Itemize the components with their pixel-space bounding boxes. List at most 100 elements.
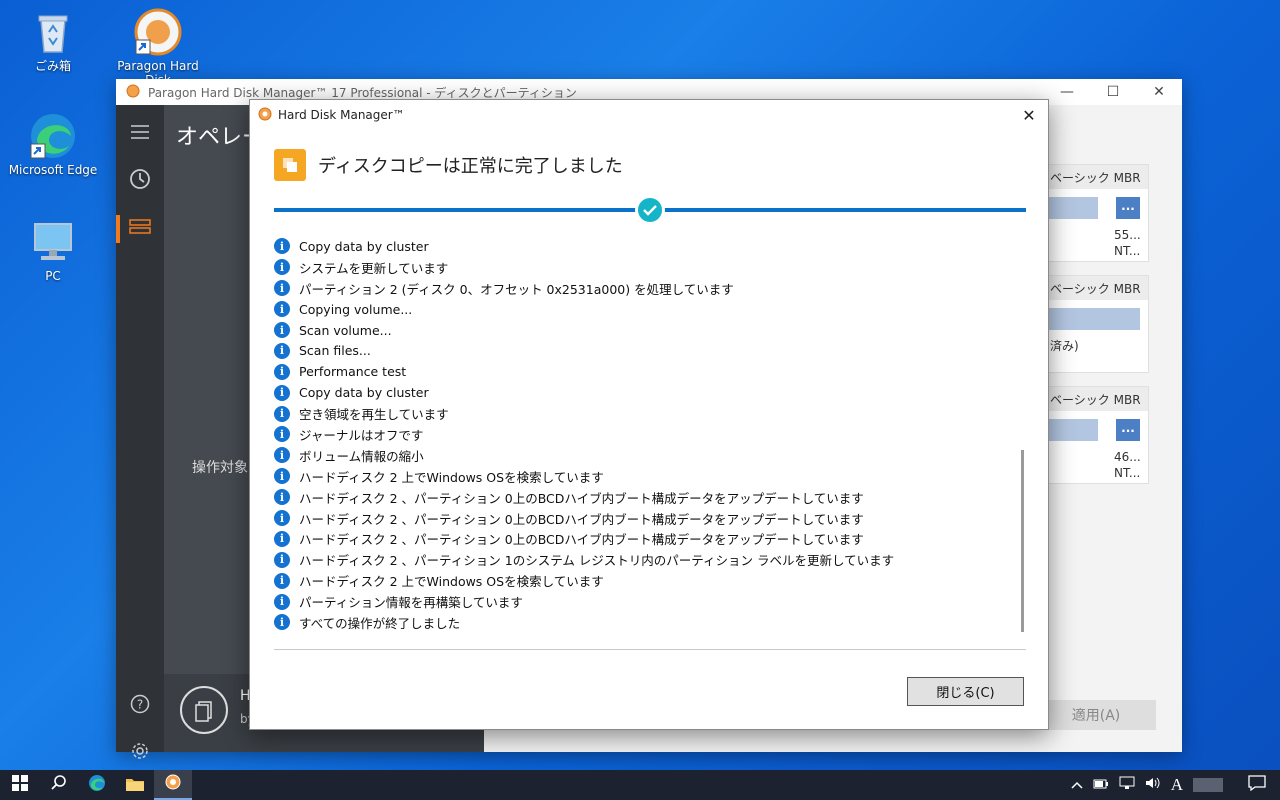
dialog-title: Hard Disk Manager™ — [278, 108, 405, 122]
log-item-text: ハードディスク 2 、パーティション 0上のBCDハイブ内ブート構成データをアッ… — [299, 490, 864, 506]
log-item-text: ハードディスク 2 、パーティション 0上のBCDハイブ内ブート構成データをアッ… — [299, 532, 864, 548]
info-icon: i — [274, 405, 290, 422]
paragon-app-icon — [258, 107, 272, 124]
close-window-icon[interactable]: ✕ — [1136, 79, 1182, 105]
desktop-icon-recycle-bin[interactable]: ごみ箱 — [3, 8, 103, 74]
info-icon: i — [274, 468, 290, 485]
info-icon: i — [274, 322, 290, 338]
edge-icon — [29, 112, 77, 160]
dialog-titlebar[interactable]: Hard Disk Manager™ — [250, 100, 1048, 130]
recycle-bin-icon — [29, 8, 77, 56]
log-item: i Copying volume... — [274, 299, 1022, 320]
info-icon: i — [274, 363, 290, 380]
system-tray: A — [1066, 770, 1280, 800]
paragon-app-icon — [126, 84, 140, 101]
edge-icon — [88, 774, 106, 796]
desktop-icon-label: Microsoft Edge — [8, 163, 98, 177]
log-item: i すべての操作が終了しました — [274, 612, 1022, 633]
paragon-app-icon — [134, 8, 182, 56]
more-partitions-button[interactable]: ... — [1116, 419, 1140, 441]
disk-card-info-line: 55... — [1114, 228, 1141, 242]
log-item-text: 空き領域を再生しています — [299, 407, 449, 423]
apply-button[interactable]: 適用(A) — [1036, 700, 1156, 730]
log-scrollbar[interactable] — [1021, 450, 1024, 632]
log-item-text: ハードディスク 2 、パーティション 0上のBCDハイブ内ブート構成データをアッ… — [299, 511, 864, 527]
maximize-icon[interactable]: ☐ — [1090, 79, 1136, 105]
info-icon: i — [274, 530, 290, 547]
info-icon: i — [274, 572, 290, 589]
info-icon: i — [274, 342, 290, 359]
app-title: Paragon Hard Disk Manager™ 17 Profession… — [148, 85, 577, 100]
log-item-text: システムを更新しています — [299, 260, 449, 276]
log-item: i ハードディスク 2 、パーティション 0上のBCDハイブ内ブート構成データをア… — [274, 528, 1022, 549]
log-item-text: すべての操作が終了しました — [299, 615, 461, 631]
desktop-icon-edge[interactable]: Microsoft Edge — [3, 112, 103, 178]
search-button[interactable] — [40, 770, 78, 800]
pc-icon — [29, 218, 77, 266]
log-item: i ハードディスク 2 、パーティション 1のシステム レジストリ内のパーティショ… — [274, 549, 1022, 570]
history-button[interactable] — [116, 157, 164, 205]
log-item: i Copy data by cluster — [274, 236, 1022, 257]
copy-disk-icon — [274, 149, 306, 181]
log-item-text: Scan volume... — [299, 322, 392, 338]
log-item-text: Copying volume... — [299, 301, 413, 317]
log-item-text: Copy data by cluster — [299, 385, 429, 401]
desktop-icon-label: PC — [45, 269, 61, 283]
info-icon: i — [274, 384, 290, 401]
disks-partitions-button[interactable] — [116, 205, 164, 253]
search-icon — [51, 775, 67, 795]
help-button[interactable]: ? — [116, 682, 164, 730]
network-icon[interactable] — [1119, 776, 1135, 794]
app-sidebar: ? — [116, 105, 164, 759]
more-partitions-button[interactable]: ... — [1116, 197, 1140, 219]
log-item: i パーティション 2 (ディスク 0、オフセット 0x2531a000) を処理… — [274, 278, 1022, 299]
desktop-icon-pc[interactable]: PC — [3, 218, 103, 284]
speaker-icon[interactable] — [1145, 776, 1161, 794]
start-button[interactable] — [0, 770, 40, 800]
desktop-icon-paragon[interactable]: Paragon Hard Disk — [108, 8, 208, 88]
operation-log[interactable]: i Copy data by cluster i システムを更新しています i パーティシ… — [274, 236, 1022, 636]
log-item: i 空き領域を再生しています — [274, 403, 1022, 424]
taskbar-paragon[interactable] — [154, 770, 192, 800]
battery-icon[interactable] — [1093, 778, 1109, 793]
menu-button[interactable] — [116, 109, 164, 157]
info-icon: i — [274, 614, 290, 631]
disk-card-info-line: NT... — [1114, 466, 1141, 480]
dialog-close-icon[interactable]: ✕ — [1018, 104, 1040, 126]
disk-card-info: 46... NT... — [1114, 449, 1141, 481]
log-item: i Copy data by cluster — [274, 382, 1022, 403]
operations-subtitle: 操作対象 — [192, 460, 248, 476]
gear-icon — [130, 741, 150, 765]
log-item-text: Performance test — [299, 364, 407, 380]
taskbar: A — [0, 770, 1280, 800]
log-item-text: Scan files... — [299, 343, 371, 359]
disk-stack-icon — [129, 218, 151, 240]
info-icon: i — [274, 259, 290, 276]
info-icon: i — [274, 426, 290, 443]
minimize-icon[interactable]: — — [1044, 79, 1090, 105]
chevron-up-icon[interactable] — [1071, 778, 1083, 793]
log-item-text: ジャーナルはオフです — [299, 427, 424, 443]
log-item-text: ハードディスク 2 上でWindows OSを検索しています — [299, 469, 604, 485]
clock-icon — [129, 168, 151, 194]
log-item-text: ハードディスク 2 上でWindows OSを検索しています — [299, 574, 604, 590]
disk-card-info: 55... NT... — [1114, 227, 1141, 259]
info-icon: i — [274, 238, 290, 255]
check-icon — [635, 195, 665, 225]
notification-icon[interactable] — [1248, 775, 1266, 795]
clock-area[interactable] — [1193, 778, 1223, 792]
close-button[interactable]: 閉じる(C) — [907, 677, 1024, 706]
dialog-heading: ディスクコピーは正常に完了しました — [274, 149, 623, 181]
divider — [274, 649, 1026, 650]
completion-dialog: Hard Disk Manager™ ✕ ディスクコピーは正常に完了しました i… — [249, 99, 1049, 730]
taskbar-edge[interactable] — [78, 770, 116, 800]
info-icon: i — [274, 489, 290, 506]
log-item-text: ハードディスク 2 、パーティション 1のシステム レジストリ内のパーティション… — [299, 553, 895, 569]
log-item: i Performance test — [274, 361, 1022, 382]
ime-indicator[interactable]: A — [1171, 775, 1183, 795]
copy-disk-icon — [180, 686, 228, 734]
log-item: i ハードディスク 2 上でWindows OSを検索しています — [274, 570, 1022, 591]
log-item: i ジャーナルはオフです — [274, 424, 1022, 445]
info-icon: i — [274, 280, 290, 297]
taskbar-explorer[interactable] — [116, 770, 154, 800]
